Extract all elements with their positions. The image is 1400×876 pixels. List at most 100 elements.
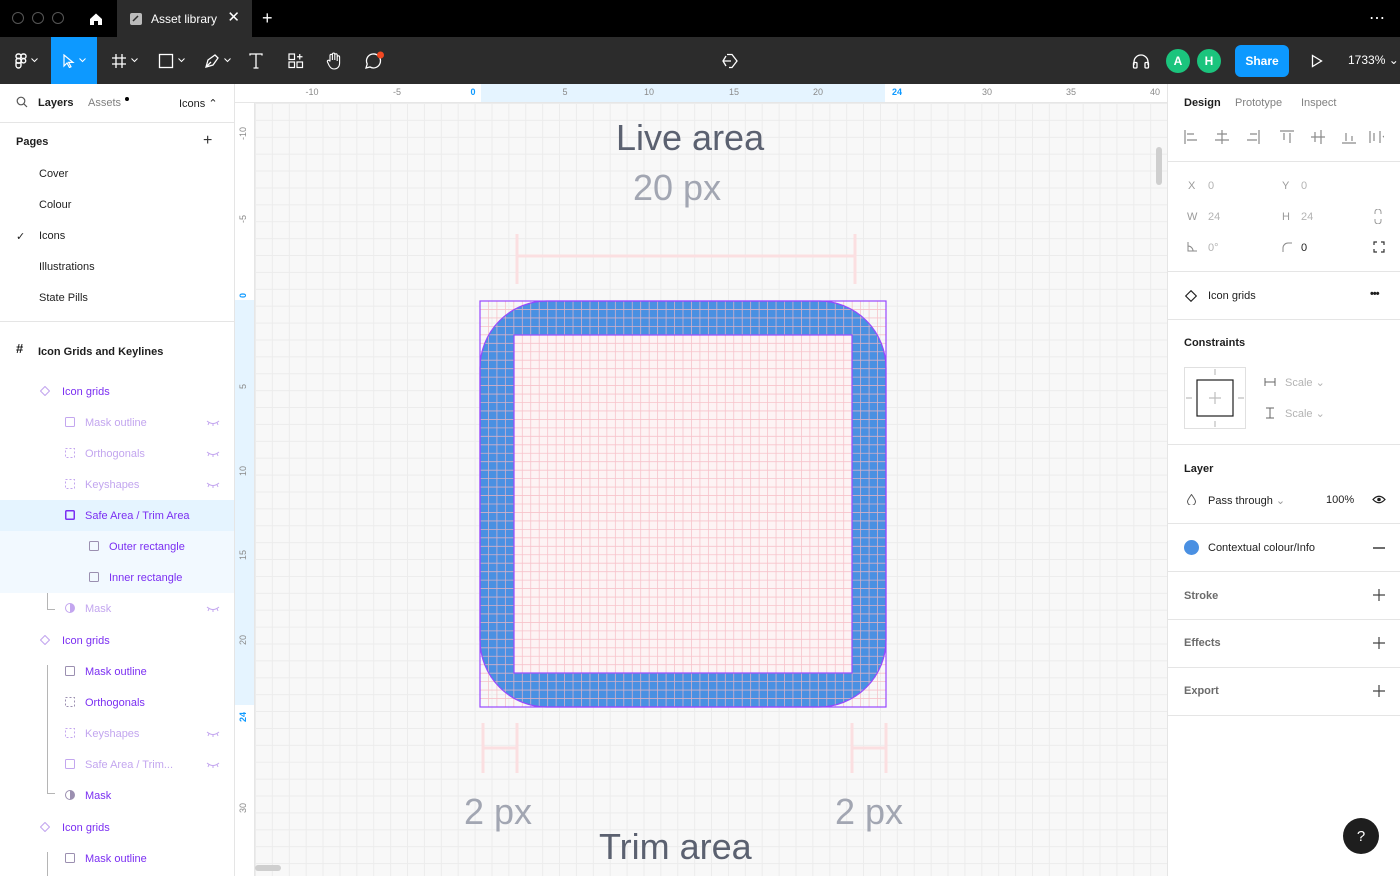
hidden-eye-icon[interactable] [206, 731, 220, 737]
main-menu-button[interactable] [6, 37, 46, 84]
page-item-cover[interactable]: Cover [39, 168, 68, 180]
blend-mode-icon [1187, 494, 1196, 505]
present-button[interactable] [1305, 37, 1329, 84]
visibility-eye-icon[interactable] [1372, 495, 1386, 504]
layer-row[interactable]: Orthogonals [0, 438, 234, 469]
margin-guides [481, 723, 888, 773]
more-options-icon[interactable]: ••• [1370, 288, 1380, 300]
rectangle-icon [65, 417, 75, 427]
search-icon[interactable] [16, 96, 28, 108]
left-panel-tabs: Layers Assets Icons ⌃ [0, 84, 234, 123]
avatar[interactable]: H [1197, 49, 1221, 73]
horizontal-scrollbar[interactable] [255, 865, 281, 871]
layer-row[interactable]: Mask [0, 780, 234, 811]
help-button[interactable]: ? [1343, 818, 1379, 854]
hidden-eye-icon[interactable] [206, 606, 220, 612]
component-icon [40, 386, 50, 396]
layer-row[interactable]: Icon grids [0, 625, 234, 656]
tab-layers[interactable]: Layers [38, 97, 73, 109]
window-minimize-button[interactable] [32, 12, 44, 24]
add-export-icon[interactable] [1373, 685, 1385, 697]
add-tab-button[interactable]: + [262, 8, 273, 28]
vertical-scrollbar[interactable] [1156, 147, 1162, 185]
hidden-eye-icon[interactable] [206, 762, 220, 768]
share-button[interactable]: Share [1235, 45, 1289, 77]
layer-label: Orthogonals [85, 697, 145, 709]
more-icon[interactable]: ⋯ [1369, 8, 1386, 28]
ruler-tick-label: 10 [643, 87, 655, 97]
frame-tool-button[interactable] [104, 37, 144, 84]
tab-prototype[interactable]: Prototype [1235, 97, 1282, 109]
component-name[interactable]: Icon grids [1208, 290, 1256, 302]
zoom-level[interactable]: 1733% ⌄ [1348, 53, 1399, 67]
vertical-constraint-select[interactable]: Scale ⌄ [1285, 407, 1325, 420]
hidden-eye-icon[interactable] [206, 451, 220, 457]
ruler-tick-label: 35 [1065, 87, 1077, 97]
add-page-button[interactable]: + [203, 133, 212, 149]
layer-row[interactable]: Mask [0, 593, 234, 624]
y-input[interactable]: 0 [1301, 180, 1307, 192]
avatar[interactable]: A [1166, 49, 1190, 73]
hand-tool-button[interactable] [322, 37, 346, 84]
add-effect-icon[interactable] [1373, 637, 1385, 649]
shape-tool-button[interactable] [150, 37, 192, 84]
window-close-button[interactable] [12, 12, 24, 24]
layer-row-selected[interactable]: Safe Area / Trim Area [0, 500, 234, 531]
move-tool-button[interactable] [51, 37, 97, 84]
layer-row[interactable]: Icon grids [0, 376, 234, 407]
page-item-icons[interactable]: Icons [39, 230, 65, 242]
layer-row[interactable]: Safe Area / Trim... [0, 749, 234, 780]
page-selector[interactable]: Icons ⌃ [179, 97, 218, 110]
component-icon [40, 635, 50, 645]
rotation-input[interactable]: 0° [1208, 242, 1219, 254]
height-input[interactable]: 24 [1301, 211, 1313, 223]
width-input[interactable]: 24 [1208, 211, 1220, 223]
tab-assets[interactable]: Assets [88, 97, 121, 109]
layer-row[interactable]: Keyshapes [0, 718, 234, 749]
page-item-illustrations[interactable]: Illustrations [39, 261, 95, 273]
page-item-state-pills[interactable]: State Pills [39, 292, 88, 304]
audio-button[interactable] [1128, 37, 1154, 84]
pen-tool-button[interactable] [196, 37, 238, 84]
remove-fill-icon[interactable] [1373, 547, 1385, 549]
home-tab[interactable] [76, 0, 116, 37]
layer-row[interactable]: Inner rectangle [0, 562, 234, 593]
stroke-heading: Stroke [1184, 590, 1219, 602]
blend-mode-select[interactable]: Pass through ⌄ [1208, 494, 1285, 507]
history-icon [722, 53, 738, 68]
resources-tool-button[interactable] [284, 37, 308, 84]
corner-radius-input[interactable]: 0 [1301, 242, 1307, 254]
fill-style-name[interactable]: Contextual colour/Info [1208, 542, 1315, 554]
hidden-eye-icon[interactable] [206, 482, 220, 488]
layer-row[interactable]: Icon grids [0, 812, 234, 843]
constrain-proportions-icon[interactable] [1374, 209, 1382, 224]
window-zoom-button[interactable] [52, 12, 64, 24]
tab-design[interactable]: Design [1184, 97, 1221, 109]
fill-color-swatch[interactable] [1184, 540, 1199, 555]
design-canvas[interactable]: Live area 20 px 2 px 2 px Trim area [255, 103, 1167, 876]
independent-corners-icon[interactable] [1373, 241, 1385, 253]
text-tool-button[interactable] [244, 37, 268, 84]
add-stroke-icon[interactable] [1373, 589, 1385, 601]
layer-row[interactable]: Mask outline [0, 656, 234, 687]
opacity-input[interactable]: 100% [1326, 494, 1354, 506]
icon-artwork[interactable] [255, 103, 1167, 876]
x-input[interactable]: 0 [1208, 180, 1214, 192]
hidden-eye-icon[interactable] [206, 420, 220, 426]
tab-inspect[interactable]: Inspect [1301, 97, 1336, 109]
horizontal-constraint-select[interactable]: Scale ⌄ [1285, 376, 1325, 389]
constraints-widget[interactable] [1184, 367, 1246, 429]
layer-row[interactable]: Keyshapes [0, 469, 234, 500]
comment-tool-button[interactable] [361, 37, 387, 84]
alignment-toolbar[interactable] [1184, 130, 1384, 144]
layer-row[interactable]: Outer rectangle [0, 531, 234, 562]
layer-row[interactable]: Mask outline [0, 843, 234, 874]
layer-frame-row[interactable]: # Icon Grids and Keylines [0, 337, 234, 361]
layer-row[interactable]: Mask outline [0, 407, 234, 438]
close-tab-icon[interactable]: ✕ [227, 10, 240, 25]
layer-label: Icon grids [62, 635, 110, 647]
page-item-colour[interactable]: Colour [39, 199, 71, 211]
layer-row[interactable]: Orthogonals [0, 687, 234, 718]
version-history-button[interactable] [716, 37, 744, 84]
file-tab[interactable]: Asset library ✕ [117, 0, 252, 37]
